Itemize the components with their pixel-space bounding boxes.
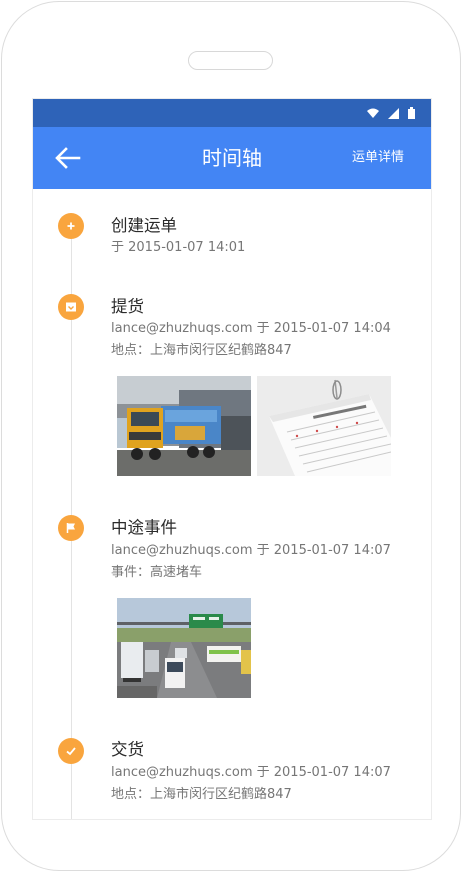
- event-timestamp: 于 2015-01-07 14:01: [111, 240, 246, 255]
- flag-icon: [66, 523, 75, 533]
- plus-icon: [67, 222, 75, 230]
- navigator-document-photo[interactable]: [257, 376, 391, 476]
- box-icon: [66, 302, 76, 312]
- event-title: 中途事件: [111, 518, 177, 537]
- event-location: 地点：上海市闵行区纪鹤路847: [111, 787, 292, 802]
- signal-icon: [388, 107, 399, 119]
- phone-speaker: [188, 51, 273, 70]
- back-button[interactable]: [53, 145, 81, 171]
- event-user-time: lance@zhuzhuqs.com 于 2015-01-07 14:04: [111, 321, 391, 336]
- event-marker: [58, 294, 84, 320]
- app-toolbar: 时间轴 运单详情: [33, 127, 431, 189]
- truck-photo[interactable]: [117, 376, 251, 476]
- event-user-time: lance@zhuzhuqs.com 于 2015-01-07 14:07: [111, 765, 391, 780]
- arrow-left-icon: [55, 147, 81, 169]
- event-title: 创建运单: [111, 216, 177, 235]
- event-marker: [58, 213, 84, 239]
- waybill-details-button[interactable]: 运单详情: [352, 148, 404, 168]
- event-location: 地点：上海市闵行区纪鹤路847: [111, 343, 292, 358]
- event-title: 交货: [111, 740, 144, 759]
- battery-icon: [408, 107, 415, 119]
- check-icon: [66, 747, 76, 756]
- event-marker: [58, 738, 84, 764]
- event-description: 事件：高速堵车: [111, 565, 203, 580]
- event-title: 提货: [111, 297, 144, 316]
- status-bar: [33, 99, 431, 127]
- event-marker: [58, 515, 84, 541]
- highway-traffic-photo[interactable]: [117, 598, 251, 698]
- event-user-time: lance@zhuzhuqs.com 于 2015-01-07 14:07: [111, 543, 391, 558]
- wifi-icon: [367, 108, 379, 118]
- app-screen: 时间轴 运单详情 创建运单 于 2015-01-07 14:01 提货 lanc…: [33, 99, 431, 819]
